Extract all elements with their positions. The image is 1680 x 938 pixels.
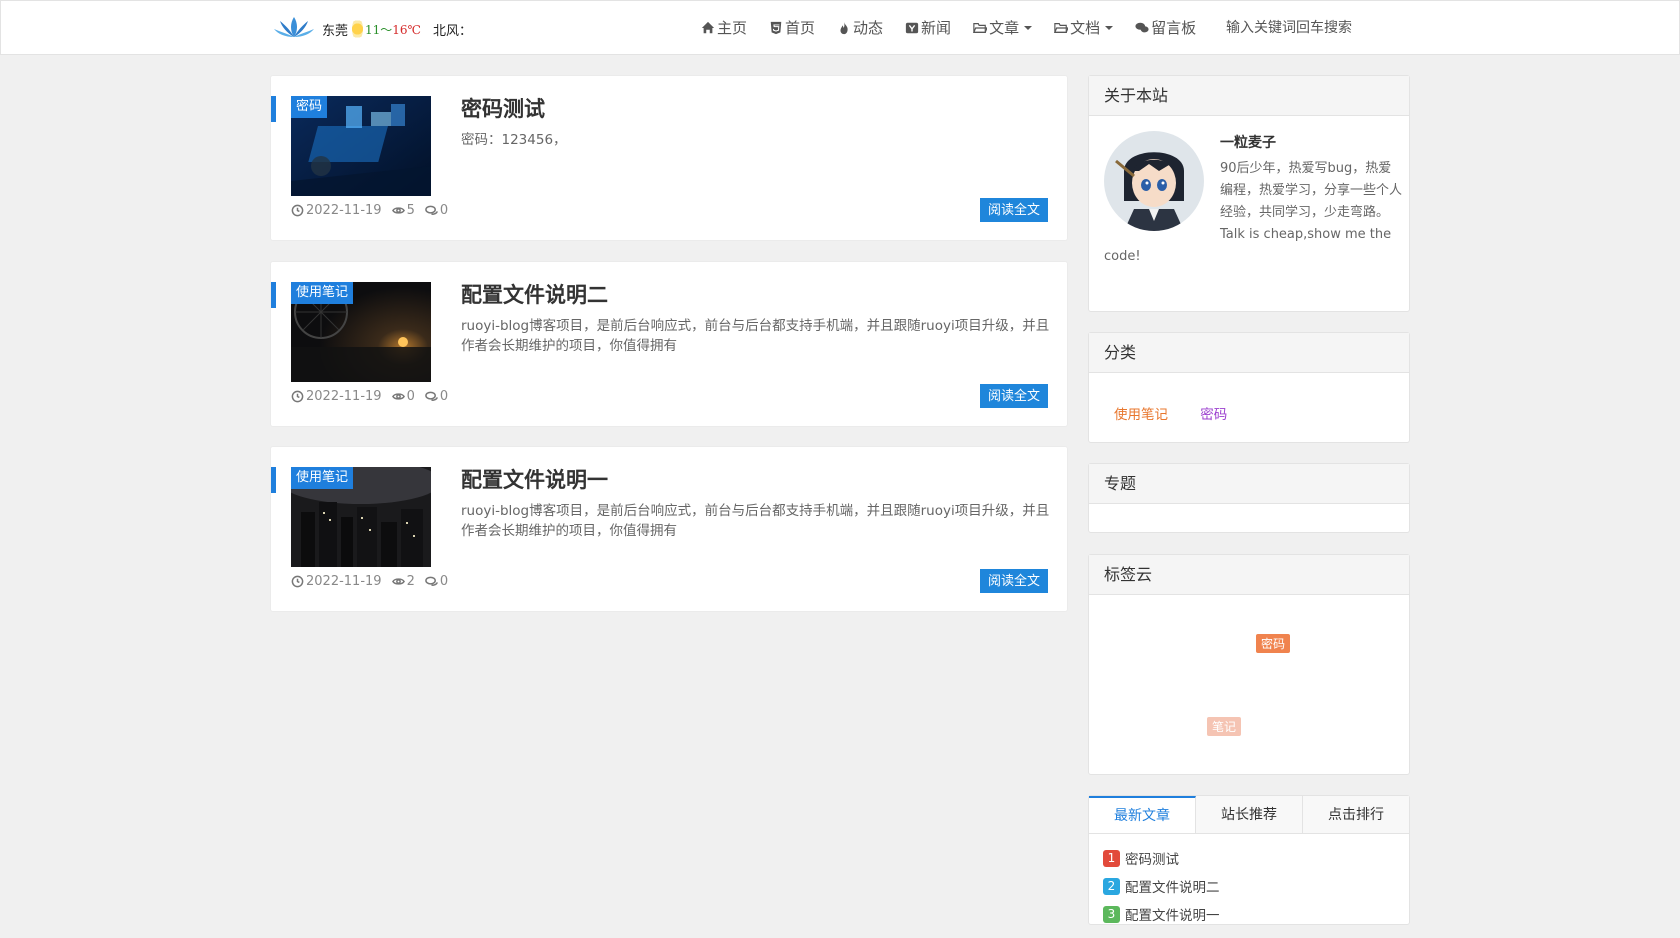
- category-link[interactable]: 使用笔记: [1114, 407, 1168, 423]
- nav-index[interactable]: 首页: [769, 17, 815, 38]
- article-thumbnail[interactable]: 密码: [291, 96, 431, 196]
- top-header: 东莞 11～16℃ 北风： 主页 首页 动态 新闻 文章 文档 留言板 输入关键…: [0, 0, 1680, 55]
- nav-docs-dropdown[interactable]: 文档: [1054, 17, 1114, 38]
- article-card: 使用笔记 配置文件说明二 ruoyi-blog博客项目，是前后台响应式，前台与后…: [270, 261, 1068, 427]
- comments-icon: [1135, 22, 1149, 32]
- article-card: 密码 密码测试 密码：123456， 2022-11-19 5 0 阅读全文: [270, 75, 1068, 241]
- panel-title: 专题: [1089, 464, 1409, 504]
- tag-item[interactable]: 笔记: [1207, 717, 1242, 736]
- article-excerpt: ruoyi-blog博客项目，是前后台响应式，前台与后台都支持手机端，并且跟随r…: [461, 318, 1050, 354]
- list-item[interactable]: 1 密码测试: [1103, 844, 1395, 872]
- ranking-panel: 最新文章 站长推荐 点击排行 1 密码测试 2 配置文件说明二 3 配置文件说明…: [1088, 795, 1410, 925]
- panel-title: 分类: [1089, 333, 1409, 373]
- topics-panel: 专题: [1088, 463, 1410, 533]
- weather-wind: 北风：: [432, 23, 472, 39]
- rank-title: 密码测试: [1125, 852, 1179, 868]
- views-meta: 2: [391, 574, 415, 589]
- article-title[interactable]: 密码测试: [461, 93, 545, 123]
- main-nav: 主页 首页 动态 新闻 文章 文档 留言板: [701, 1, 1218, 54]
- list-item[interactable]: 2 配置文件说明二: [1103, 872, 1395, 900]
- accent-bar: [271, 282, 276, 308]
- comments-icon: [425, 205, 438, 215]
- accent-bar: [271, 96, 276, 122]
- nav-articles-dropdown[interactable]: 文章: [973, 17, 1033, 38]
- search-input[interactable]: [1226, 16, 1376, 40]
- news-icon: [905, 22, 919, 33]
- nav-feed[interactable]: 动态: [837, 17, 883, 38]
- rank-number: 3: [1103, 905, 1120, 923]
- sunny-icon: [352, 18, 363, 40]
- comments-icon: [425, 576, 438, 586]
- article-excerpt: 密码：123456，: [461, 132, 567, 148]
- comments-icon: [425, 391, 438, 401]
- html5-icon: [770, 21, 782, 34]
- folder-open-icon: [1054, 22, 1069, 33]
- tab-recommended[interactable]: 站长推荐: [1196, 796, 1303, 833]
- chevron-down-icon: [1105, 25, 1114, 30]
- ranking-list: 1 密码测试 2 配置文件说明二 3 配置文件说明一: [1089, 834, 1409, 938]
- author-name: 一粒麦子: [1220, 135, 1276, 151]
- ranking-tabs: 最新文章 站长推荐 点击排行: [1089, 796, 1409, 834]
- eye-icon: [391, 578, 405, 585]
- rank-number: 1: [1103, 849, 1120, 867]
- about-panel: 关于本站 一粒麦子 90后少年，热爱写bug，热爱编程，热爱学习，分享一些个人经…: [1088, 75, 1410, 312]
- article-thumbnail[interactable]: 使用笔记: [291, 282, 431, 382]
- views-meta: 5: [391, 203, 415, 218]
- categories-panel: 分类 使用笔记 密码: [1088, 332, 1410, 443]
- lotus-logo-icon[interactable]: [273, 13, 315, 41]
- eye-icon: [391, 393, 405, 400]
- clock-icon: [291, 204, 304, 217]
- comments-meta: 0: [425, 389, 448, 404]
- tab-most-clicked[interactable]: 点击排行: [1303, 796, 1409, 833]
- article-excerpt: ruoyi-blog博客项目，是前后台响应式，前台与后台都支持手机端，并且跟随r…: [461, 503, 1050, 539]
- category-badge[interactable]: 密码: [291, 96, 328, 118]
- clock-icon: [291, 575, 304, 588]
- weather-city: 东莞: [322, 23, 349, 39]
- article-meta: 2022-11-19 0 0: [291, 389, 458, 404]
- weather-widget: 东莞 11～16℃ 北风：: [322, 18, 472, 40]
- article-meta: 2022-11-19 5 0: [291, 203, 458, 218]
- date-meta: 2022-11-19: [291, 203, 382, 218]
- panel-title: 标签云: [1089, 555, 1409, 595]
- panel-title: 关于本站: [1089, 76, 1409, 116]
- nav-news[interactable]: 新闻: [905, 17, 951, 38]
- clock-icon: [291, 390, 304, 403]
- article-thumbnail[interactable]: 使用笔记: [291, 467, 431, 567]
- category-links: 使用笔记 密码: [1089, 373, 1409, 423]
- article-card: 使用笔记 配置文件说明一 ruoyi-blog博客项目，是前后台响应式，前台与后…: [270, 446, 1068, 612]
- article-title[interactable]: 配置文件说明二: [461, 279, 608, 309]
- nav-guestbook[interactable]: 留言板: [1135, 17, 1196, 38]
- home-icon: [701, 21, 715, 33]
- category-badge[interactable]: 使用笔记: [291, 282, 354, 304]
- category-link[interactable]: 密码: [1200, 407, 1227, 423]
- read-more-button[interactable]: 阅读全文: [980, 198, 1048, 222]
- weather-temperature: 11～16℃: [364, 22, 421, 37]
- eye-icon: [391, 207, 405, 214]
- accent-bar: [271, 467, 276, 493]
- rank-number: 2: [1103, 877, 1120, 895]
- rank-title: 配置文件说明二: [1125, 880, 1220, 896]
- tag-cloud-panel: 标签云 密码 笔记: [1088, 554, 1410, 775]
- article-title[interactable]: 配置文件说明一: [461, 464, 608, 494]
- date-meta: 2022-11-19: [291, 389, 382, 404]
- category-badge[interactable]: 使用笔记: [291, 467, 354, 489]
- comments-meta: 0: [425, 203, 448, 218]
- chevron-down-icon: [1024, 25, 1033, 30]
- rank-title: 配置文件说明一: [1125, 908, 1220, 924]
- author-bio-wrap: 90后少年，热爱写bug，热爱编程，热爱学习，分享一些个人经验，共同学习，少走弯…: [1104, 158, 1404, 268]
- article-meta: 2022-11-19 2 0: [291, 574, 458, 589]
- read-more-button[interactable]: 阅读全文: [980, 569, 1048, 593]
- tab-latest[interactable]: 最新文章: [1089, 796, 1196, 833]
- tag-item[interactable]: 密码: [1256, 634, 1291, 653]
- read-more-button[interactable]: 阅读全文: [980, 384, 1048, 408]
- list-item[interactable]: 3 配置文件说明一: [1103, 900, 1395, 928]
- comments-meta: 0: [425, 574, 448, 589]
- nav-home[interactable]: 主页: [701, 17, 747, 38]
- folder-open-icon: [973, 22, 988, 33]
- date-meta: 2022-11-19: [291, 574, 382, 589]
- fire-icon: [840, 21, 848, 34]
- views-meta: 0: [391, 389, 415, 404]
